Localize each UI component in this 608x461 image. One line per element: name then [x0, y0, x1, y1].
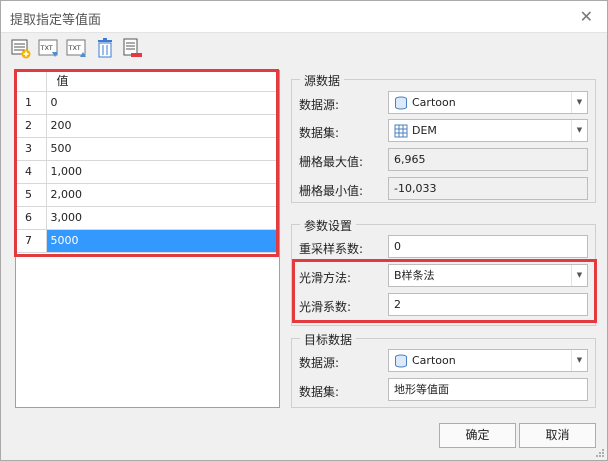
value-grid[interactable]: 值 1 0 2 200 3 500 4 1,000 5 2,000 6 3,00… — [15, 70, 280, 408]
value-cell[interactable]: 1,000 — [46, 160, 279, 184]
source-group-title: 源数据 — [300, 72, 345, 89]
add-row-icon[interactable] — [10, 37, 32, 59]
close-icon[interactable]: ✕ — [580, 7, 593, 26]
grid-dataset-icon — [394, 124, 408, 138]
cancel-button[interactable]: 取消 — [519, 423, 596, 448]
row-number: 6 — [16, 206, 47, 230]
clear-icon[interactable] — [122, 37, 144, 59]
smooth-method-label: 光滑方法: — [299, 271, 352, 285]
table-row[interactable]: 1 0 — [16, 91, 279, 115]
value-cell[interactable]: 200 — [46, 114, 279, 138]
target-group-title: 目标数据 — [300, 331, 357, 348]
row-number: 1 — [16, 91, 47, 115]
smooth-method-select[interactable]: B样条法 ▼ — [388, 264, 588, 287]
target-datasource-select[interactable]: Cartoon ▼ — [388, 349, 588, 372]
row-number: 2 — [16, 114, 47, 138]
target-datasource-value: Cartoon — [412, 354, 456, 367]
table-row[interactable]: 5 2,000 — [16, 183, 279, 207]
delete-icon[interactable] — [95, 37, 117, 59]
resample-input[interactable]: 0 — [388, 235, 588, 258]
target-dataset-input[interactable]: 地形等值面 — [388, 378, 588, 401]
toolbar: TXT TXT — [1, 34, 607, 62]
grid-header-value: 值 — [46, 71, 279, 92]
grid-corner — [16, 71, 47, 92]
svg-text:TXT: TXT — [68, 44, 81, 52]
smooth-method-value: B样条法 — [394, 269, 435, 282]
params-group-title: 参数设置 — [300, 217, 357, 234]
resize-grip-icon[interactable] — [595, 448, 605, 458]
source-dataset-value: DEM — [412, 124, 437, 137]
export-txt-icon[interactable]: TXT — [66, 37, 88, 59]
row-number: 4 — [16, 160, 47, 184]
value-cell[interactable]: 0 — [46, 91, 279, 115]
smoothness-label: 光滑系数: — [299, 300, 352, 314]
value-cell[interactable]: 2,000 — [46, 183, 279, 207]
extract-isoregion-dialog: 提取指定等值面 ✕ TXT TXT 值 1 0 2 200 3 500 4 1,… — [0, 0, 608, 461]
source-datasource-select[interactable]: Cartoon ▼ — [388, 91, 588, 114]
smoothness-input[interactable]: 2 — [388, 293, 588, 316]
resample-label: 重采样系数: — [299, 242, 364, 256]
table-row[interactable]: 4 1,000 — [16, 160, 279, 184]
source-datasource-value: Cartoon — [412, 96, 456, 109]
import-txt-icon[interactable]: TXT — [38, 37, 60, 59]
raster-max-field: 6,965 — [388, 148, 588, 171]
table-row-selected[interactable]: 7 5000 — [16, 229, 279, 253]
raster-min-field: -10,033 — [388, 177, 588, 200]
row-number: 3 — [16, 137, 47, 161]
table-row[interactable]: 2 200 — [16, 114, 279, 138]
svg-text:TXT: TXT — [40, 44, 53, 52]
chevron-down-icon[interactable]: ▼ — [571, 350, 587, 371]
grid-header-row: 值 — [16, 71, 279, 92]
title-bar: 提取指定等值面 ✕ — [1, 1, 607, 33]
source-datasource-label: 数据源: — [299, 98, 340, 112]
row-number: 7 — [16, 229, 47, 253]
value-cell[interactable]: 500 — [46, 137, 279, 161]
chevron-down-icon[interactable]: ▼ — [571, 92, 587, 113]
raster-max-label: 栅格最大值: — [299, 155, 364, 169]
target-dataset-label: 数据集: — [299, 385, 340, 399]
value-cell[interactable]: 3,000 — [46, 206, 279, 230]
value-cell[interactable]: 5000 — [46, 229, 279, 253]
table-row[interactable]: 6 3,000 — [16, 206, 279, 230]
dialog-title: 提取指定等值面 — [10, 13, 102, 28]
table-row[interactable]: 3 500 — [16, 137, 279, 161]
raster-min-label: 栅格最小值: — [299, 184, 364, 198]
ok-button[interactable]: 确定 — [439, 423, 516, 448]
database-icon — [395, 96, 407, 110]
source-dataset-label: 数据集: — [299, 126, 340, 140]
source-dataset-select[interactable]: DEM ▼ — [388, 119, 588, 142]
row-number: 5 — [16, 183, 47, 207]
chevron-down-icon[interactable]: ▼ — [571, 265, 587, 286]
target-datasource-label: 数据源: — [299, 356, 340, 370]
chevron-down-icon[interactable]: ▼ — [571, 120, 587, 141]
database-icon — [395, 354, 407, 368]
